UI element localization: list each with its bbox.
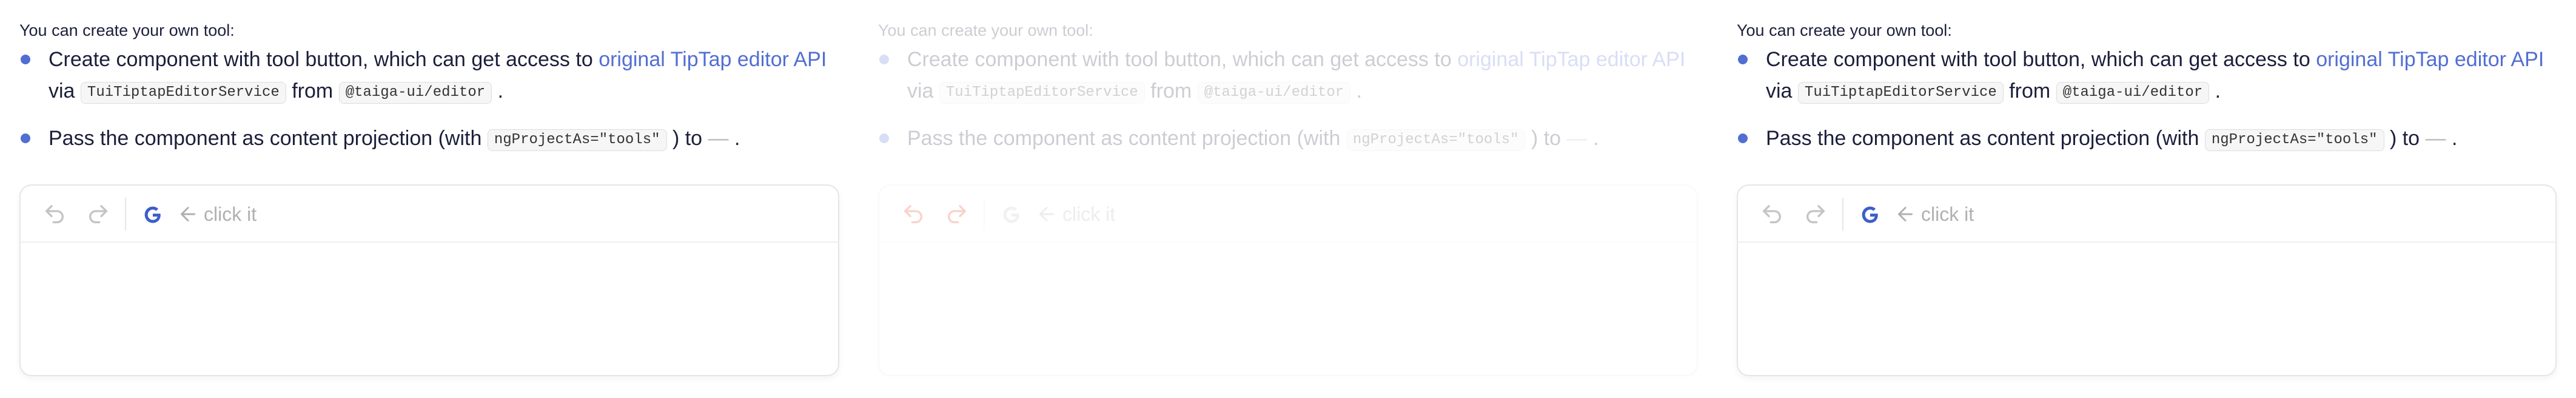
click-hint: click it [177, 201, 257, 228]
list-item: Create component with tool button, which… [878, 44, 1698, 107]
google-tool-button[interactable] [999, 203, 1024, 227]
period-text: . [734, 127, 740, 150]
redo-button[interactable] [944, 202, 970, 226]
toolbar-divider [125, 198, 126, 231]
bullet-text: Pass the component as content projection… [907, 127, 1341, 150]
editor-example-panel-middle: You can create your own tool: Create com… [878, 0, 1698, 398]
instruction-list: Create component with tool button, which… [1737, 44, 2557, 154]
toolbar-divider [1842, 198, 1843, 231]
to-text: ) to [2389, 127, 2420, 150]
bullet-text: Create component with tool button, which… [1766, 48, 2316, 71]
via-text: via [907, 79, 934, 103]
ng-project-as-code: ngProjectAs="tools" [1346, 129, 1526, 151]
google-tool-button[interactable] [141, 203, 165, 227]
bullet-text: Create component with tool button, which… [49, 48, 599, 71]
editor[interactable]: click it [878, 184, 1698, 376]
ng-project-as-code: ngProjectAs="tools" [487, 129, 667, 151]
arrow-left-icon [181, 207, 195, 221]
redo-icon [948, 205, 966, 223]
editor[interactable]: click it [19, 184, 839, 376]
tiptap-api-link[interactable]: original TipTap editor API [2316, 48, 2544, 71]
bullet-dot [1738, 133, 1748, 143]
bullet-dot [21, 55, 30, 64]
from-text: from [292, 79, 334, 103]
dash-text: — [2425, 127, 2446, 150]
bullet-text: Pass the component as content projection… [49, 127, 482, 150]
bullet-dot [1738, 55, 1748, 64]
tiptap-api-link[interactable]: original TipTap editor API [1457, 48, 1685, 71]
redo-button[interactable] [1802, 202, 1829, 226]
ng-project-as-code: ngProjectAs="tools" [2204, 129, 2384, 151]
package-code: @taiga-ui/editor [1197, 82, 1351, 104]
undo-icon [45, 205, 64, 223]
bullet-dot [879, 133, 889, 143]
from-text: from [1150, 79, 1192, 103]
from-text: from [2009, 79, 2051, 103]
bullet-dot [879, 55, 889, 64]
google-tool-button[interactable] [1858, 203, 1882, 227]
dash-text: — [708, 127, 729, 150]
editor-toolbar: click it [1738, 186, 2555, 243]
undo-button[interactable] [41, 202, 68, 226]
redo-icon [1806, 205, 1825, 223]
hint-text: click it [1921, 203, 1974, 225]
period-text: . [2215, 79, 2221, 103]
via-text: via [1766, 79, 1793, 103]
editor[interactable]: click it [1737, 184, 2557, 376]
hint-text: click it [204, 203, 257, 225]
package-code: @taiga-ui/editor [338, 82, 492, 104]
intro-text: You can create your own tool: [1737, 21, 1952, 39]
arrow-left-icon [1898, 207, 1913, 221]
period-text: . [1356, 79, 1363, 103]
intro-text: You can create your own tool: [19, 21, 235, 39]
period-text: . [497, 79, 504, 103]
editor-toolbar: click it [21, 186, 838, 243]
google-icon [1003, 206, 1019, 223]
undo-button[interactable] [1759, 202, 1785, 226]
bullet-dot [21, 133, 30, 143]
via-text: via [49, 79, 75, 103]
redo-icon [89, 205, 107, 223]
editor-example-panel-right: You can create your own tool: Create com… [1737, 0, 2557, 398]
toolbar-divider [984, 198, 985, 231]
google-icon [144, 206, 161, 223]
package-code: @taiga-ui/editor [2056, 82, 2210, 104]
undo-icon [1763, 205, 1781, 223]
click-hint: click it [1894, 201, 1974, 228]
service-code: TuiTiptapEditorService [1797, 82, 2004, 104]
undo-button[interactable] [900, 202, 927, 226]
service-code: TuiTiptapEditorService [939, 82, 1145, 104]
list-item: Create component with tool button, which… [1737, 44, 2557, 107]
instruction-list: Create component with tool button, which… [19, 44, 839, 154]
editor-example-panel-left: You can create your own tool: Create com… [19, 0, 839, 398]
to-text: ) to [672, 127, 703, 150]
intro-text: You can create your own tool: [878, 21, 1093, 39]
undo-icon [904, 205, 922, 223]
google-icon [1862, 206, 1878, 223]
list-item: Pass the component as content projection… [878, 123, 1698, 154]
click-hint: click it [1036, 201, 1115, 228]
tiptap-api-link[interactable]: original TipTap editor API [599, 48, 827, 71]
list-item: Pass the component as content projection… [1737, 123, 2557, 154]
arrow-left-icon [1039, 207, 1054, 221]
hint-text: click it [1062, 203, 1116, 225]
period-text: . [1593, 127, 1599, 150]
redo-button[interactable] [85, 202, 112, 226]
period-text: . [2452, 127, 2458, 150]
list-item: Create component with tool button, which… [19, 44, 839, 107]
bullet-text: Pass the component as content projection… [1766, 127, 2199, 150]
editor-toolbar: click it [879, 186, 1697, 243]
bullet-text: Create component with tool button, which… [907, 48, 1458, 71]
dash-text: — [1566, 127, 1588, 150]
instruction-list: Create component with tool button, which… [878, 44, 1698, 154]
list-item: Pass the component as content projection… [19, 123, 839, 154]
to-text: ) to [1531, 127, 1561, 150]
service-code: TuiTiptapEditorService [80, 82, 286, 104]
